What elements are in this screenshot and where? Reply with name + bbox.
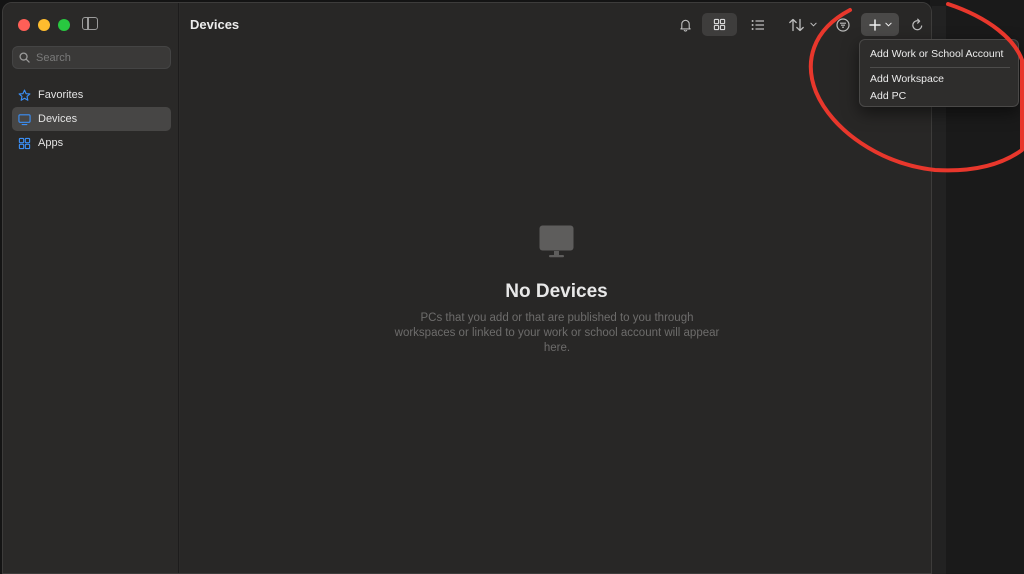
grid-view-button[interactable] xyxy=(702,13,737,36)
monitor-icon xyxy=(539,225,574,258)
empty-state-title: No Devices xyxy=(505,281,608,302)
maximize-window-button[interactable] xyxy=(58,19,70,31)
close-window-button[interactable] xyxy=(18,19,30,31)
menu-item-add-work-account[interactable]: Add Work or School Account xyxy=(860,46,1018,63)
page-title: Devices xyxy=(190,17,240,32)
sidebar-item-label: Apps xyxy=(38,137,64,149)
star-icon xyxy=(18,89,31,101)
sidebar-toggle-icon[interactable] xyxy=(82,17,98,30)
refresh-button[interactable] xyxy=(906,13,928,36)
sidebar-item-favorites[interactable]: Favorites xyxy=(12,83,171,107)
grid-view-icon xyxy=(713,18,726,31)
plus-icon xyxy=(868,18,881,31)
list-view-button[interactable] xyxy=(746,13,770,36)
sidebar-item-devices[interactable]: Devices xyxy=(12,107,171,131)
monitor-icon xyxy=(18,113,31,125)
filter-icon xyxy=(836,17,850,32)
filter-button[interactable] xyxy=(832,13,854,36)
window-controls xyxy=(18,19,70,31)
menu-separator xyxy=(870,67,1010,68)
search-icon xyxy=(19,52,30,63)
sidebar: Favorites Devices Apps xyxy=(3,3,179,573)
search-field[interactable] xyxy=(12,46,171,69)
refresh-icon xyxy=(911,18,922,30)
empty-state-message: PCs that you add or that are published t… xyxy=(394,312,720,354)
app-window: Favorites Devices Apps D xyxy=(2,2,932,574)
add-dropdown-menu: Add Work or School Account Add Workspace… xyxy=(859,39,1019,107)
apps-grid-icon xyxy=(18,137,31,149)
sidebar-item-apps[interactable]: Apps xyxy=(12,131,171,155)
sidebar-item-label: Devices xyxy=(38,113,78,125)
list-view-icon xyxy=(751,19,764,30)
chevron-down-icon xyxy=(884,22,892,27)
sort-button[interactable] xyxy=(784,13,820,36)
sidebar-item-label: Favorites xyxy=(38,89,84,101)
minimize-window-button[interactable] xyxy=(38,19,50,31)
sort-icon xyxy=(788,18,804,31)
notifications-button[interactable] xyxy=(674,13,696,36)
sidebar-nav: Favorites Devices Apps xyxy=(12,83,171,155)
menu-item-add-workspace[interactable]: Add Workspace xyxy=(860,71,1018,88)
add-button[interactable] xyxy=(861,13,899,36)
toolbar: Devices xyxy=(180,3,931,45)
main-content: Devices No Devices PCs that you add or t… xyxy=(180,3,931,573)
bell-icon xyxy=(679,19,691,32)
menu-item-add-pc[interactable]: Add PC xyxy=(860,88,1018,105)
chevron-down-icon xyxy=(809,22,817,27)
search-input[interactable] xyxy=(36,51,156,64)
